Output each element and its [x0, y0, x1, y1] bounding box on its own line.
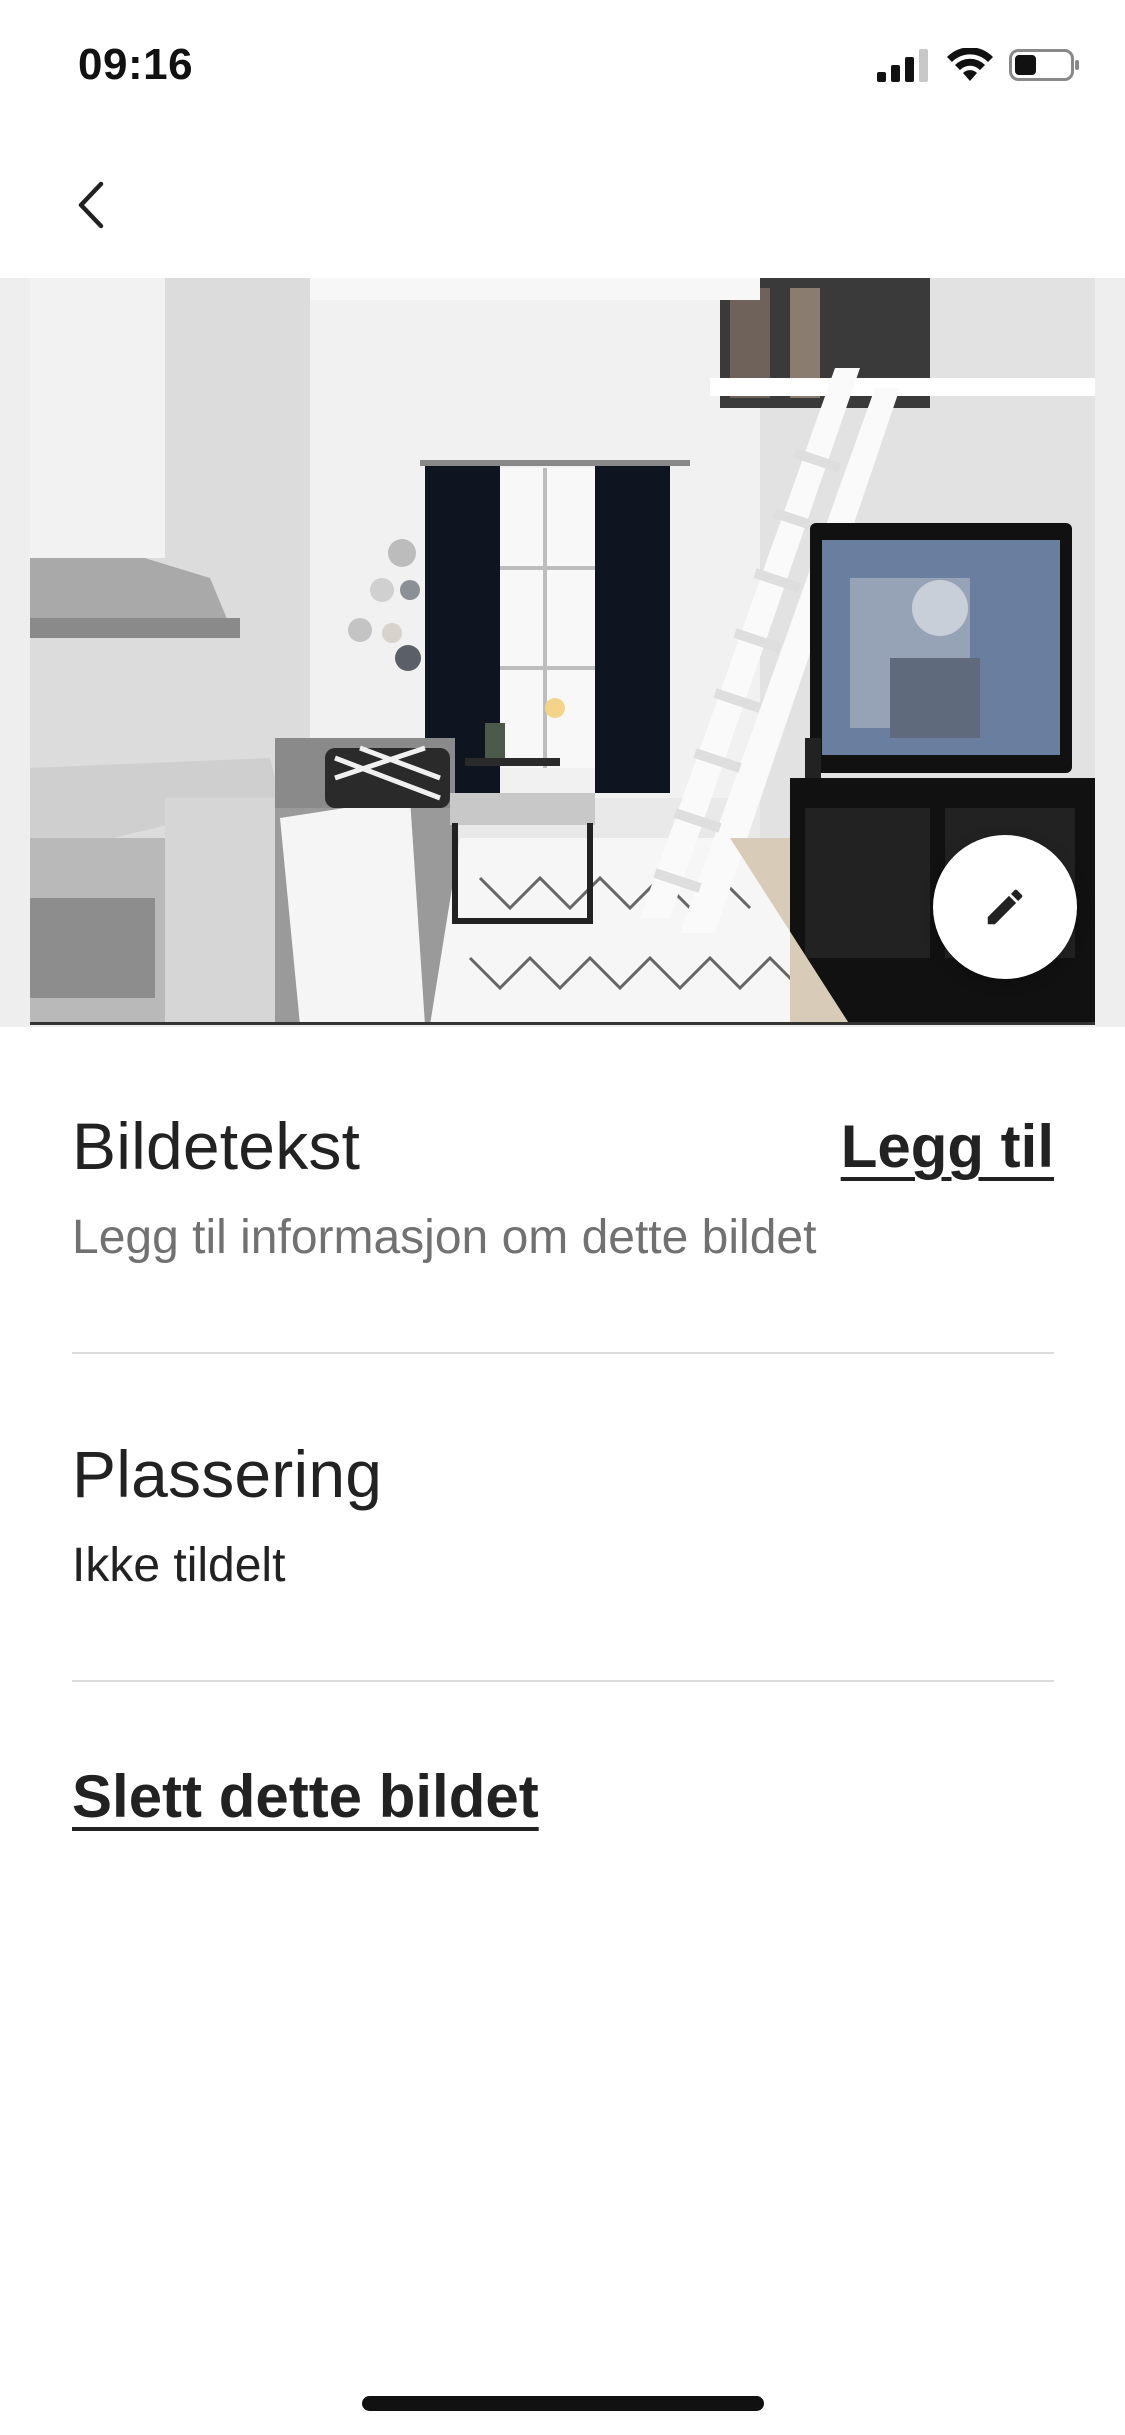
divider	[72, 1352, 1054, 1354]
photo-container	[0, 278, 1125, 1027]
pencil-icon	[987, 889, 1023, 925]
divider	[72, 1680, 1054, 1682]
wifi-icon	[947, 48, 993, 81]
caption-section: Bildetekst Legg til Legg til informasjon…	[72, 1108, 1054, 1265]
delete-photo-link[interactable]: Slett dette bildet	[72, 1762, 1054, 1831]
battery-icon	[1009, 49, 1079, 81]
delete-section: Slett dette bildet	[72, 1762, 1054, 1831]
caption-placeholder[interactable]: Legg til informasjon om dette bildet	[72, 1210, 1054, 1265]
cellular-signal-icon	[877, 49, 928, 82]
status-icons	[877, 48, 1081, 82]
home-indicator	[362, 2396, 764, 2411]
status-time: 09:16	[78, 40, 194, 89]
edit-photo-button[interactable]	[933, 835, 1077, 979]
status-bar: 09:16	[0, 0, 1125, 140]
chevron-left-icon	[78, 181, 104, 229]
location-title: Plassering	[72, 1437, 383, 1511]
add-caption-link[interactable]: Legg til	[841, 1112, 1054, 1181]
back-button[interactable]	[60, 170, 120, 240]
location-section[interactable]: Plassering Ikke tildelt	[72, 1436, 1054, 1593]
location-value: Ikke tildelt	[72, 1539, 286, 1592]
photo-detail-screen: 09:16 Bildetekst Legg til Legg til infor…	[0, 0, 1125, 2435]
